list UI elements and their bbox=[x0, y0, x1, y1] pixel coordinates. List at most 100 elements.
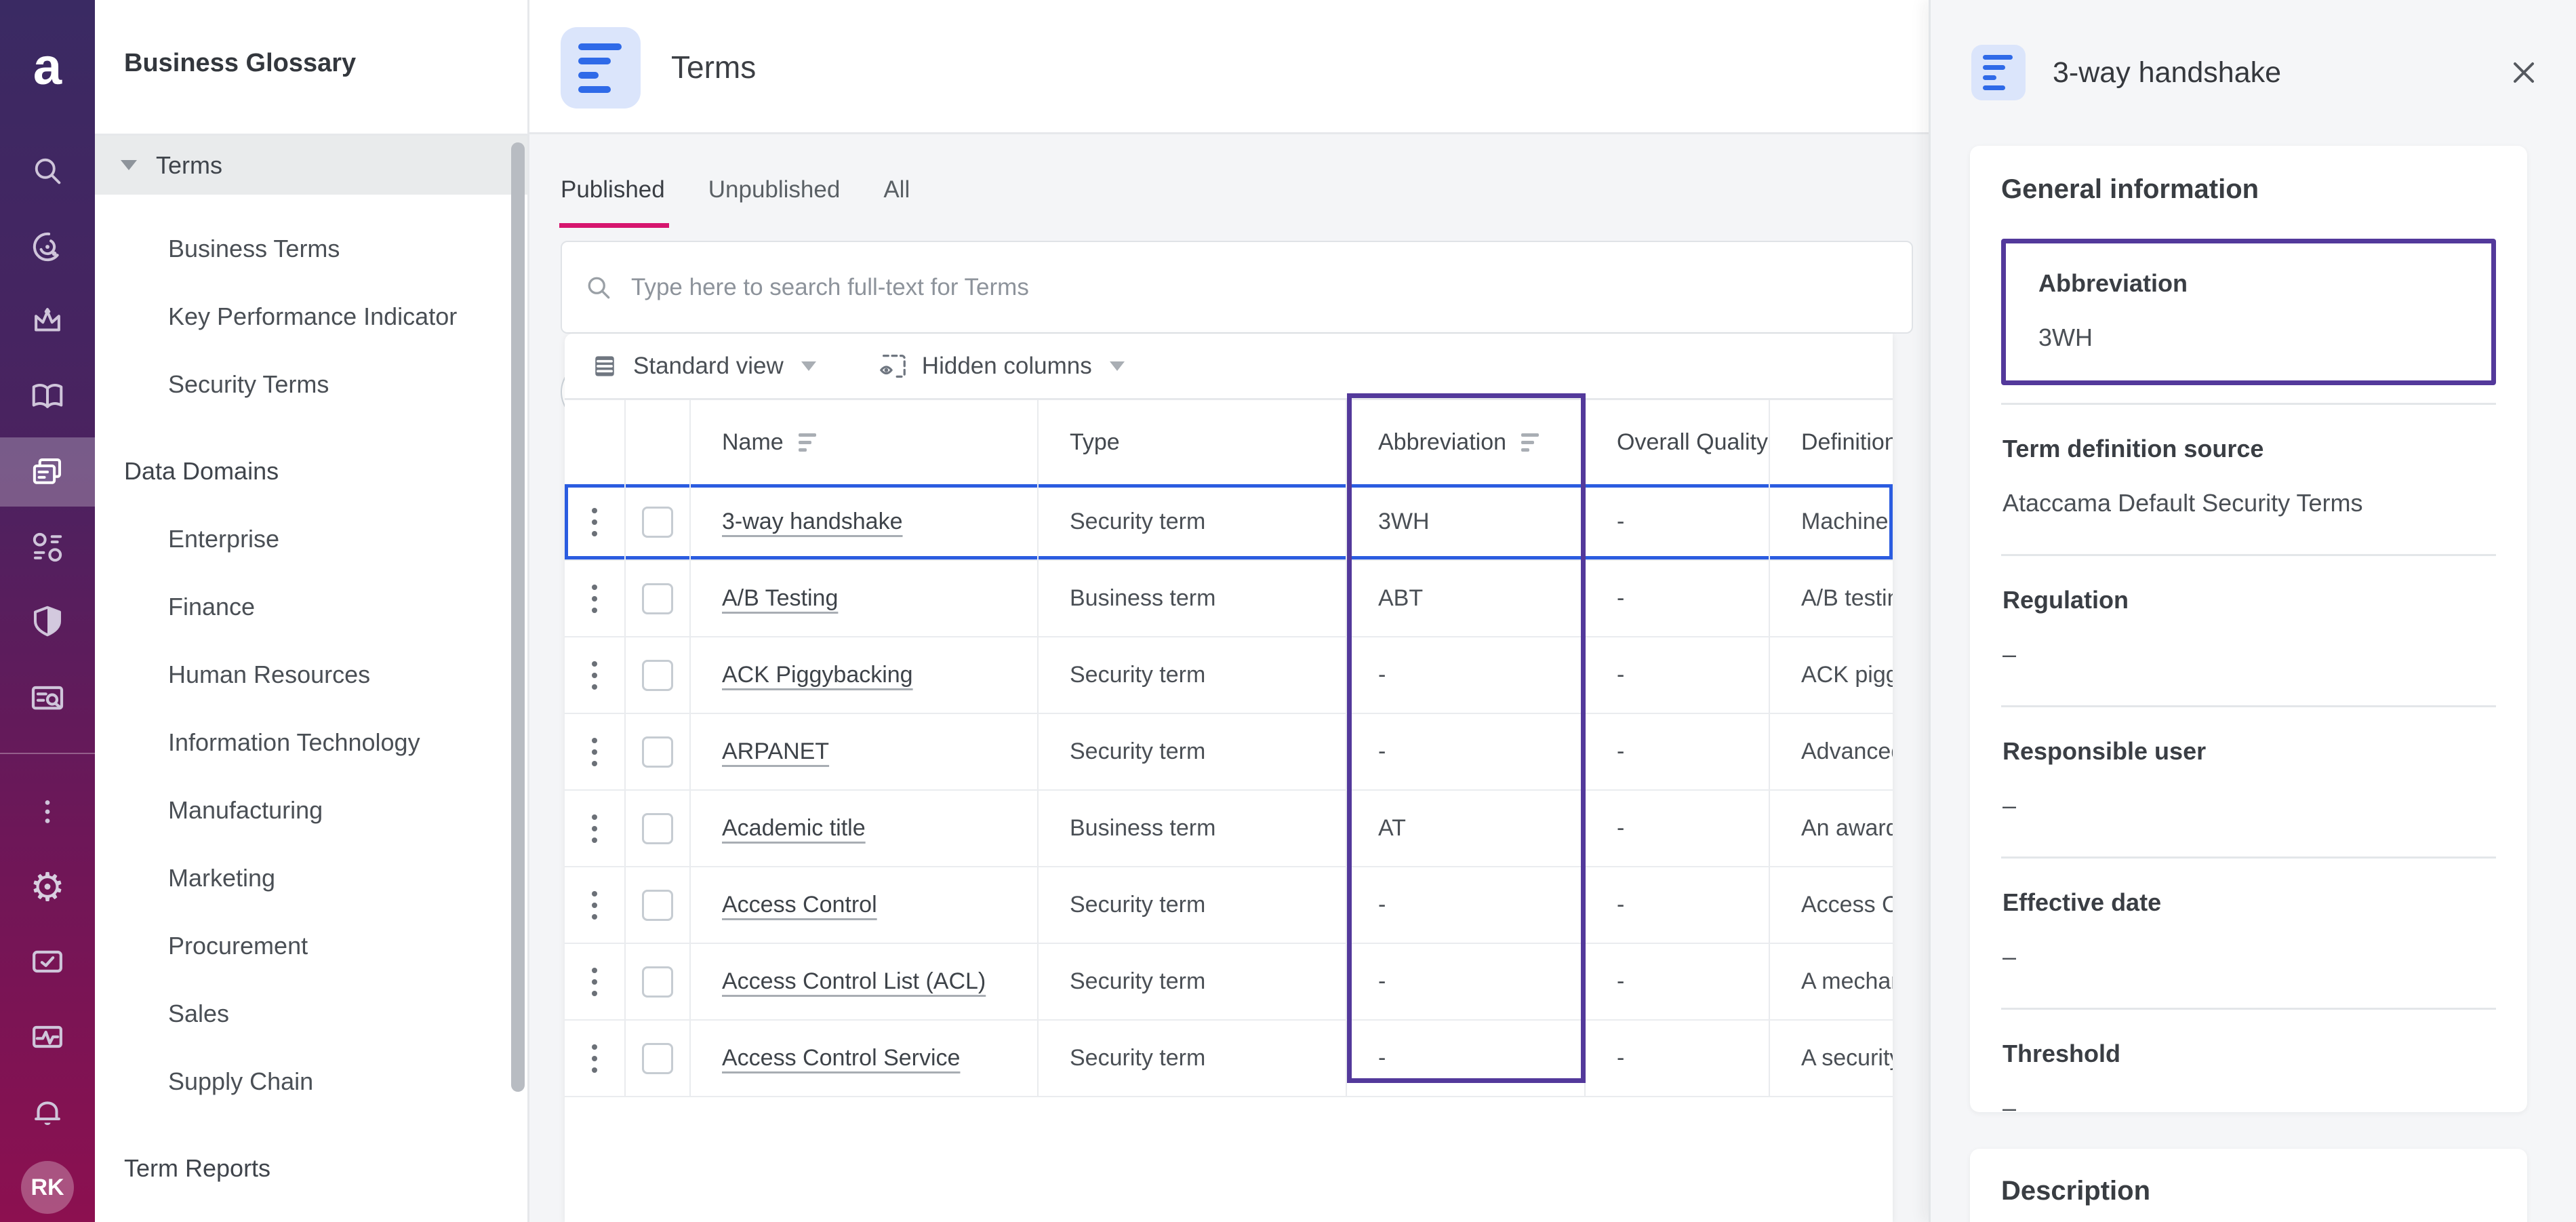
row-checkbox[interactable] bbox=[642, 889, 673, 921]
sort-icon[interactable] bbox=[1521, 433, 1539, 452]
table-body: 3-way handshake Security term 3WH - Mach… bbox=[565, 484, 1893, 1097]
radar-icon[interactable] bbox=[17, 216, 78, 277]
row-checkbox[interactable] bbox=[642, 966, 673, 998]
monitoring-pulse-icon[interactable] bbox=[17, 1006, 78, 1067]
tab[interactable]: All bbox=[883, 176, 910, 210]
row-checkbox[interactable] bbox=[642, 812, 673, 844]
table-row[interactable]: 3-way handshake Security term 3WH - Mach… bbox=[565, 484, 1893, 561]
sidebar-item[interactable]: Procurement bbox=[95, 912, 529, 980]
row-menu-kebab-icon[interactable] bbox=[592, 814, 597, 843]
sidebar-item[interactable]: Term Reports bbox=[95, 1135, 529, 1202]
row-checkbox[interactable] bbox=[642, 736, 673, 768]
column-header-name[interactable]: Name bbox=[691, 400, 1039, 484]
catalog-grid-icon[interactable] bbox=[17, 517, 78, 578]
tab[interactable]: Unpublished bbox=[708, 176, 841, 210]
close-icon[interactable] bbox=[2507, 56, 2541, 90]
sidebar-item-label: Supply Chain bbox=[168, 1067, 314, 1095]
row-menu-kebab-icon[interactable] bbox=[592, 1044, 597, 1073]
bell-icon[interactable] bbox=[17, 1082, 78, 1143]
shield-icon[interactable] bbox=[17, 591, 78, 652]
field-list: Term definition source Ataccama Default … bbox=[2001, 403, 2496, 1112]
table-row[interactable]: Access Control Service Security term - -… bbox=[565, 1021, 1893, 1097]
ataccama-logo[interactable]: a bbox=[17, 37, 78, 98]
tab-label: All bbox=[883, 176, 910, 203]
tab[interactable]: Published bbox=[559, 176, 669, 228]
avatar[interactable]: RK bbox=[17, 1157, 78, 1218]
sidebar-item[interactable]: Manufacturing bbox=[95, 776, 529, 844]
term-name-link[interactable]: ACK Piggybacking bbox=[722, 662, 913, 688]
row-menu-kebab-icon[interactable] bbox=[592, 967, 597, 996]
term-name-link[interactable]: Access Control List (ACL) bbox=[722, 968, 986, 995]
table-row[interactable]: Access Control List (ACL) Security term … bbox=[565, 944, 1893, 1021]
crown-icon[interactable] bbox=[17, 290, 78, 351]
sidebar-item[interactable]: Information Technology bbox=[95, 709, 529, 776]
sidebar-item[interactable]: Security Terms bbox=[95, 351, 529, 418]
cell-name: ACK Piggybacking bbox=[691, 637, 1039, 713]
view-selector-label: Standard view bbox=[633, 352, 784, 379]
detail-field: Regulation – bbox=[2001, 554, 2496, 705]
term-name-link[interactable]: A/B Testing bbox=[722, 585, 838, 612]
field-value: – bbox=[2003, 1094, 2017, 1112]
hidden-columns-button[interactable]: Hidden columns bbox=[877, 351, 1125, 382]
sidebar-item[interactable]: Finance bbox=[95, 573, 529, 641]
term-name-link[interactable]: 3-way handshake bbox=[722, 509, 903, 535]
tasks-check-icon[interactable] bbox=[17, 931, 78, 992]
sidebar-item[interactable]: Enterprise bbox=[95, 505, 529, 573]
more-kebab-icon[interactable] bbox=[17, 781, 78, 842]
sidebar-item[interactable]: Business Terms bbox=[95, 215, 529, 283]
column-header-definition[interactable]: Definition bbox=[1770, 400, 1893, 484]
row-actions-cell bbox=[565, 714, 626, 789]
search-input[interactable] bbox=[631, 273, 1784, 301]
table-row[interactable]: A/B Testing Business term ABT - A/B test… bbox=[565, 561, 1893, 637]
sidebar-item[interactable]: Terms bbox=[95, 136, 529, 195]
row-menu-kebab-icon[interactable] bbox=[592, 507, 597, 536]
row-checkbox[interactable] bbox=[642, 506, 673, 538]
description-card: Description bbox=[1970, 1149, 2527, 1222]
sidebar-item[interactable]: Supply Chain bbox=[95, 1048, 529, 1116]
sidebar-item[interactable]: Data Domains bbox=[95, 437, 529, 505]
row-actions-cell bbox=[565, 637, 626, 713]
term-name-link[interactable]: Access Control bbox=[722, 892, 877, 918]
row-checkbox-cell bbox=[626, 944, 691, 1019]
field-label: Responsible user bbox=[2003, 737, 2207, 765]
sidebar-item[interactable]: Sales bbox=[95, 980, 529, 1048]
row-menu-kebab-icon[interactable] bbox=[592, 661, 597, 690]
row-actions-cell bbox=[565, 484, 626, 559]
sidebar-item[interactable]: Marketing bbox=[95, 844, 529, 912]
data-quality-search-icon[interactable] bbox=[17, 667, 78, 728]
glossary-copy-icon[interactable] bbox=[17, 441, 78, 502]
row-checkbox[interactable] bbox=[642, 583, 673, 614]
sidebar-item[interactable]: Human Resources bbox=[95, 641, 529, 709]
sidebar-scrollbar[interactable] bbox=[511, 142, 525, 1092]
view-selector[interactable]: Standard view bbox=[590, 351, 816, 381]
table-row[interactable]: Access Control Security term - - Access … bbox=[565, 867, 1893, 944]
row-checkbox[interactable] bbox=[642, 1042, 673, 1074]
detail-field: Term definition source Ataccama Default … bbox=[2001, 403, 2496, 554]
header-checkbox-cell bbox=[626, 400, 691, 484]
column-header-abbreviation[interactable]: Abbreviation bbox=[1347, 400, 1586, 484]
term-name-link[interactable]: Access Control Service bbox=[722, 1045, 960, 1071]
row-menu-kebab-icon[interactable] bbox=[592, 584, 597, 613]
term-detail-panel: 3-way handshake General information Abbr… bbox=[1929, 0, 2576, 1222]
gear-icon[interactable]: ⚙ bbox=[17, 857, 78, 918]
table-row[interactable]: Academic title Business term AT - An awa… bbox=[565, 791, 1893, 867]
search-icon[interactable] bbox=[17, 140, 78, 201]
column-header-overall-quality[interactable]: Overall Quality bbox=[1586, 400, 1770, 484]
sidebar-item-label: Information Technology bbox=[168, 728, 420, 756]
book-icon[interactable] bbox=[17, 366, 78, 427]
sidebar-item-label: Manufacturing bbox=[168, 796, 323, 824]
term-entity-icon bbox=[1971, 45, 2026, 100]
column-header-type[interactable]: Type bbox=[1039, 400, 1347, 484]
table-controls: Standard view Hidden columns bbox=[565, 334, 1893, 398]
row-menu-kebab-icon[interactable] bbox=[592, 737, 597, 766]
sidebar-main-divider bbox=[527, 0, 529, 1222]
term-name-link[interactable]: ARPANET bbox=[722, 738, 829, 765]
term-name-link[interactable]: Academic title bbox=[722, 815, 866, 842]
row-menu-kebab-icon[interactable] bbox=[592, 890, 597, 920]
sidebar-item[interactable]: Key Performance Indicator bbox=[95, 283, 529, 351]
table-row[interactable]: ACK Piggybacking Security term - - ACK p… bbox=[565, 637, 1893, 714]
row-checkbox[interactable] bbox=[642, 659, 673, 691]
table-row[interactable]: ARPANET Security term - - Advanced Re bbox=[565, 714, 1893, 791]
main-header: Terms bbox=[529, 0, 1929, 134]
sort-icon[interactable] bbox=[798, 433, 816, 452]
